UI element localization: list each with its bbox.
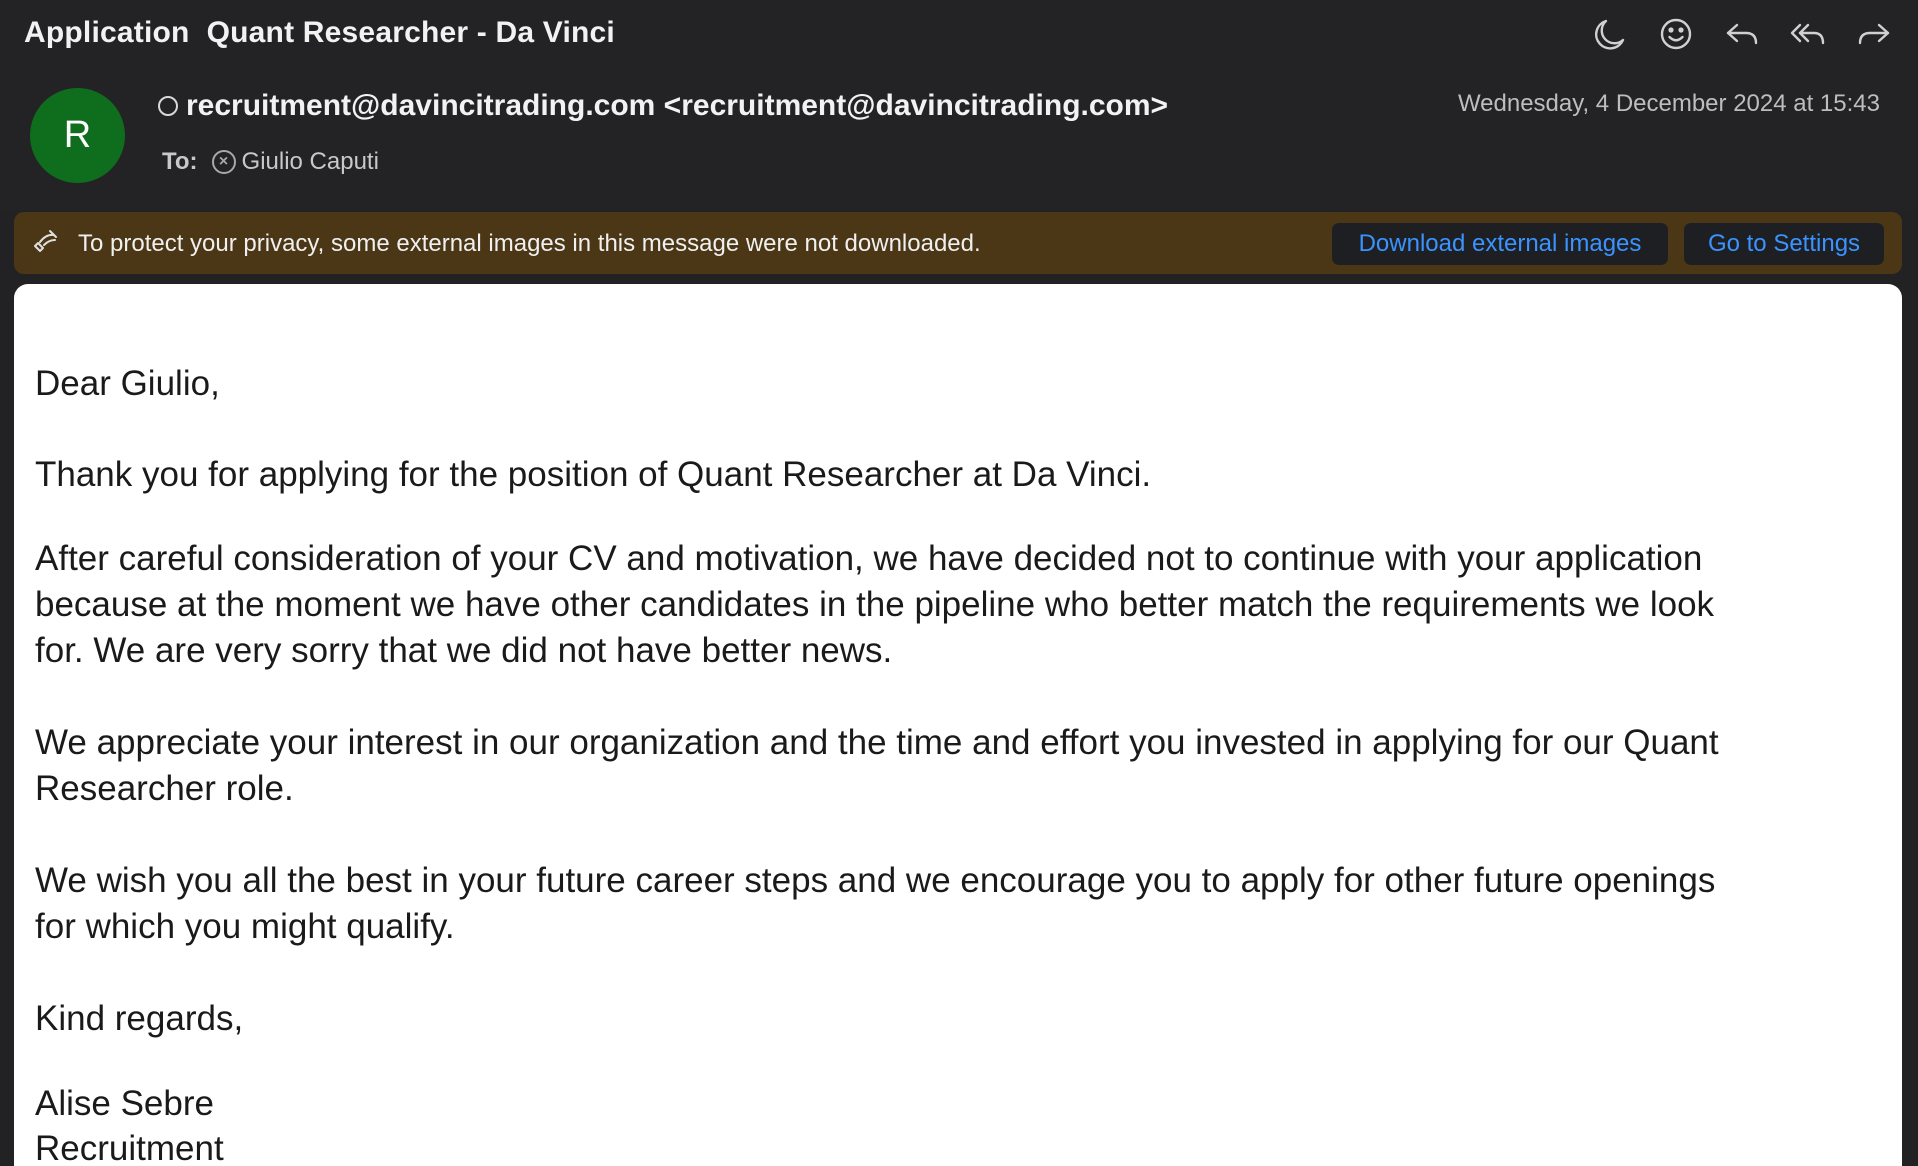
emoji-icon[interactable] [1658,14,1694,54]
unread-status-icon[interactable] [158,96,178,116]
email-subject: Application Quant Researcher - Da Vinci [24,16,615,49]
moon-icon[interactable] [1592,14,1628,54]
privacy-shield-icon [34,230,57,252]
signature-name: Alise Sebre [35,1084,214,1123]
message-toolbar [1592,14,1892,54]
reply-all-icon[interactable] [1790,14,1826,54]
paragraph-wishes-line-1: We wish you all the best in your future … [35,861,1716,900]
paragraph-decision-line-2: because at the moment we have other cand… [35,585,1715,624]
recipient-chip[interactable]: × Giulio Caputi [211,148,379,176]
paragraph-appreciation-line-1: We appreciate your interest in our organ… [35,723,1719,762]
download-external-images-button[interactable]: Download external images [1332,223,1668,265]
greeting-text: Dear Giulio, [35,364,220,403]
paragraph-decision-line-1: After careful consideration of your CV a… [35,539,1703,578]
sender-avatar: R [30,88,125,183]
paragraph-decision-line-3: for. We are very sorry that we did not h… [35,631,893,670]
privacy-message: To protect your privacy, some external i… [78,230,981,257]
paragraph-appreciation-line-2: Researcher role. [35,769,294,808]
to-label: To: [162,148,198,175]
paragraph-thanks: Thank you for applying for the position … [35,455,1152,494]
signature-department: Recruitment [35,1129,224,1166]
sender-row: recruitment@davincitrading.com <recruitm… [158,89,1168,123]
privacy-banner: To protect your privacy, some external i… [14,212,1902,274]
go-to-settings-button[interactable]: Go to Settings [1684,223,1884,265]
paragraph-wishes-line-2: for which you might qualify. [35,907,455,946]
reply-icon[interactable] [1724,14,1760,54]
closing-text: Kind regards, [35,999,244,1038]
message-body: Dear Giulio, Thank you for applying for … [14,284,1902,1166]
sender-address[interactable]: recruitment@davincitrading.com <recruitm… [186,89,1168,123]
message-header: Application Quant Researcher - Da Vinci [0,0,1918,210]
recipients-row: To: × Giulio Caputi [162,148,379,176]
forward-icon[interactable] [1856,14,1892,54]
email-date: Wednesday, 4 December 2024 at 15:43 [1457,90,1880,117]
recipient-name: Giulio Caputi [241,148,379,175]
remove-recipient-icon: × [211,150,236,174]
